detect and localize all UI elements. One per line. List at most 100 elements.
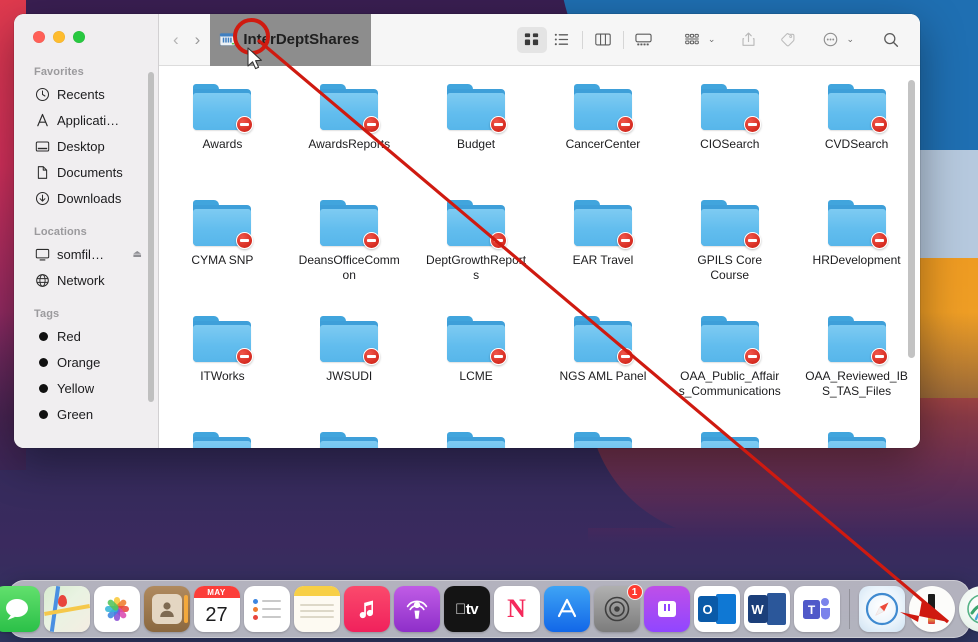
file-grid-item[interactable]: NGS AML Panel (540, 316, 667, 428)
file-label: GPILS Core Course (678, 253, 782, 283)
file-label: LCME (459, 369, 492, 384)
search-button[interactable] (876, 27, 906, 53)
file-label: ITWorks (200, 369, 244, 384)
file-grid-item[interactable]: LCME (413, 316, 540, 428)
tags-button[interactable] (773, 27, 803, 53)
dock-item-photos[interactable] (94, 586, 140, 632)
dock-item-browser[interactable] (959, 586, 978, 632)
sidebar-item-label: Desktop (57, 139, 105, 154)
file-grid-item[interactable]: CIOSearch (666, 84, 793, 196)
zoom-button[interactable] (73, 31, 85, 43)
sidebar-item-recents[interactable]: Recents (22, 82, 150, 107)
file-grid-item[interactable] (540, 432, 667, 448)
sidebar-item-label: Orange (57, 355, 100, 370)
file-grid-item[interactable] (413, 432, 540, 448)
more-actions-control[interactable]: ⌄ (815, 27, 854, 53)
dock-item-reminders[interactable] (244, 586, 290, 632)
dock-item-calendar[interactable]: MAY27 (194, 586, 240, 632)
file-grid-item[interactable] (793, 432, 920, 448)
group-by-control[interactable]: ⌄ (677, 27, 716, 53)
finder-window[interactable]: Favorites Recents Applicati… (14, 14, 920, 448)
sidebar-item-tag-yellow[interactable]: Yellow (22, 376, 150, 401)
file-grid-item[interactable] (286, 432, 413, 448)
dock-item-system-preferences[interactable]: 1 (594, 586, 640, 632)
content-scrollbar[interactable] (908, 80, 915, 358)
dock-item-messages[interactable] (0, 586, 40, 632)
dock-item-outlook[interactable]: O (694, 586, 740, 632)
file-grid-item[interactable]: ITWorks (159, 316, 286, 428)
restricted-badge-icon (744, 232, 761, 249)
file-grid-item[interactable]: Awards (159, 84, 286, 196)
group-by-button[interactable] (677, 27, 707, 53)
dock-item-podcasts[interactable] (394, 586, 440, 632)
dock-item-music[interactable] (344, 586, 390, 632)
dock-item-chat[interactable] (644, 586, 690, 632)
file-grid-item[interactable]: HRDevelopment (793, 200, 920, 312)
dock-item-app-store[interactable] (544, 586, 590, 632)
back-button[interactable]: ‹ (173, 31, 179, 48)
sidebar-item-somfiles[interactable]: somfil… ⏏ (22, 242, 150, 267)
dock-item-safari[interactable] (859, 586, 905, 632)
restricted-badge-icon (617, 232, 634, 249)
dock-item-news[interactable]: N (494, 586, 540, 632)
sidebar-item-tag-red[interactable]: Red (22, 324, 150, 349)
folder-icon (446, 432, 506, 448)
forward-button[interactable]: › (195, 31, 201, 48)
folder-icon (827, 84, 887, 132)
icon-view-button[interactable] (517, 27, 547, 53)
dock-item-notes[interactable] (294, 586, 340, 632)
folder-icon (192, 84, 252, 132)
file-label: CVDSearch (825, 137, 888, 152)
file-grid-item[interactable]: CancerCenter (540, 84, 667, 196)
sidebar-item-desktop[interactable]: Desktop (22, 134, 150, 159)
file-grid-item[interactable]: OAA_Public_Affairs_Communications (666, 316, 793, 428)
file-grid-item[interactable]: AwardsReports (286, 84, 413, 196)
dock[interactable]: ☺MAY27tvN1OWT (8, 580, 970, 638)
list-view-button[interactable] (547, 27, 577, 53)
chevron-down-icon[interactable]: ⌄ (708, 34, 716, 45)
file-grid-item[interactable]: CVDSearch (793, 84, 920, 196)
sidebar-item-applications[interactable]: Applicati… (22, 108, 150, 133)
file-grid-item[interactable]: EAR Travel (540, 200, 667, 312)
sidebar-item-documents[interactable]: Documents (22, 160, 150, 185)
file-icon-grid[interactable]: AwardsAwardsReportsBudgetCancerCenterCIO… (159, 66, 920, 448)
file-grid-item[interactable] (159, 432, 286, 448)
folder-icon (192, 200, 252, 248)
gallery-view-button[interactable] (629, 27, 659, 53)
file-grid-item[interactable]: GPILS Core Course (666, 200, 793, 312)
file-label: DeptGrowthReports (424, 253, 528, 283)
file-grid-item[interactable] (666, 432, 793, 448)
restricted-badge-icon (617, 116, 634, 133)
file-grid-item[interactable]: DeptGrowthReports (413, 200, 540, 312)
dock-item-pdf-reader[interactable] (909, 586, 955, 632)
sidebar-item-network[interactable]: Network (22, 268, 150, 293)
mouse-cursor (246, 47, 264, 73)
dock-item-word[interactable]: W (744, 586, 790, 632)
toolbar-divider (623, 31, 624, 49)
file-grid-item[interactable]: DeansOfficeCommon (286, 200, 413, 312)
more-actions-button[interactable] (815, 27, 845, 53)
dock-item-teams[interactable]: T (794, 586, 840, 632)
folder-icon (827, 316, 887, 364)
share-button[interactable] (733, 27, 763, 53)
dock-item-maps[interactable] (44, 586, 90, 632)
restricted-badge-icon (363, 232, 380, 249)
folder-icon (319, 200, 379, 248)
sidebar-item-downloads[interactable]: Downloads (22, 186, 150, 211)
file-grid-item[interactable]: Budget (413, 84, 540, 196)
file-grid-item[interactable]: JWSUDI (286, 316, 413, 428)
dock-item-contacts[interactable] (144, 586, 190, 632)
sidebar-scrollbar[interactable] (148, 72, 154, 402)
dock-item-tv[interactable]: tv (444, 586, 490, 632)
sidebar-item-tag-green[interactable]: Green (22, 402, 150, 427)
finder-sidebar[interactable]: Favorites Recents Applicati… (14, 14, 159, 448)
minimize-button[interactable] (53, 31, 65, 43)
folder-icon (700, 432, 760, 448)
file-grid-item[interactable]: CYMA SNP (159, 200, 286, 312)
chevron-down-icon[interactable]: ⌄ (846, 34, 854, 45)
sidebar-item-tag-orange[interactable]: Orange (22, 350, 150, 375)
eject-icon[interactable]: ⏏ (133, 249, 142, 260)
close-button[interactable] (33, 31, 45, 43)
column-view-button[interactable] (588, 27, 618, 53)
file-grid-item[interactable]: OAA_Reviewed_IBS_TAS_Files (793, 316, 920, 428)
